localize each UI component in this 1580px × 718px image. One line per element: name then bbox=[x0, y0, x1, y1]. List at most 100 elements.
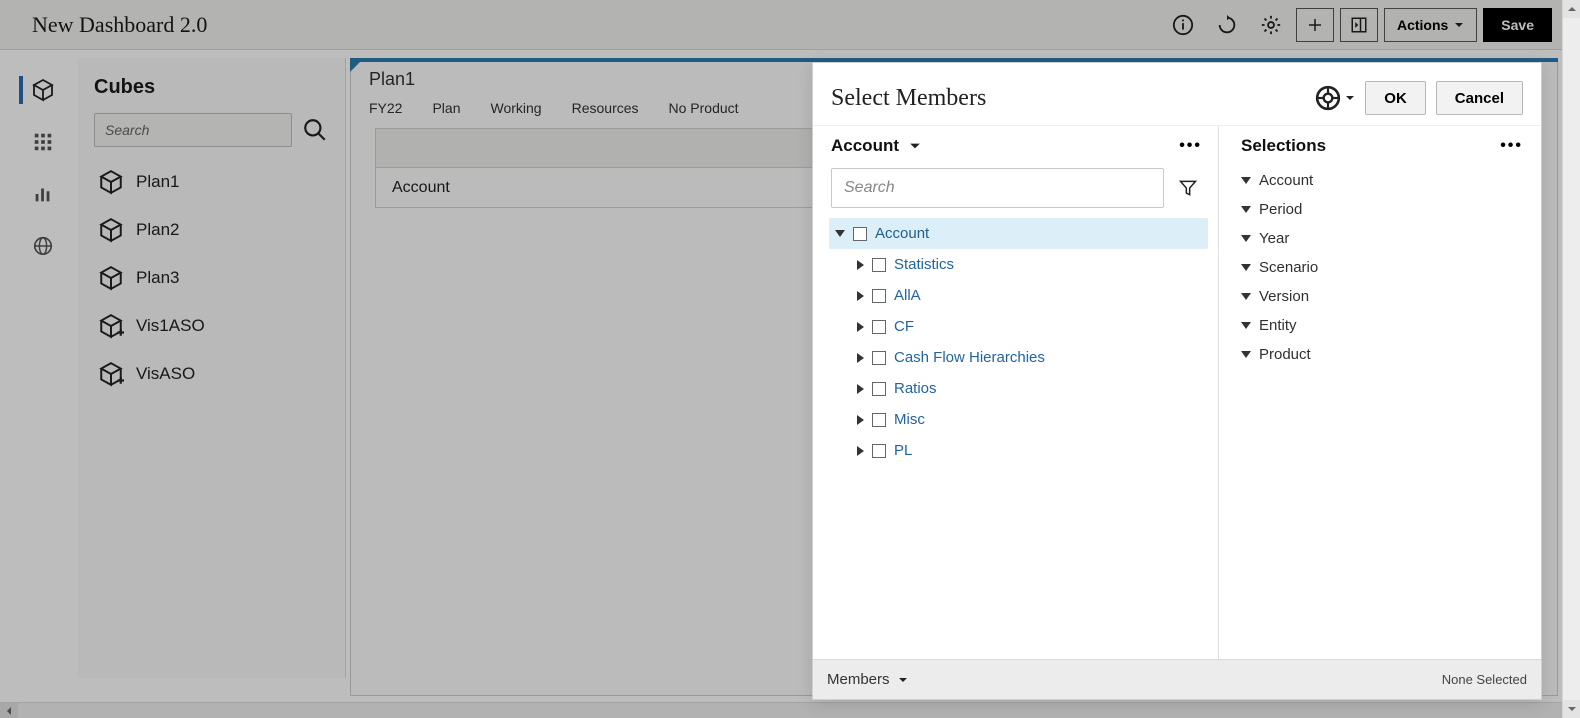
ok-button[interactable]: OK bbox=[1365, 81, 1426, 115]
top-header: New Dashboard 2.0 Actions Save bbox=[0, 0, 1562, 50]
tree-item[interactable]: Statistics bbox=[829, 249, 1208, 280]
info-icon[interactable] bbox=[1164, 8, 1202, 42]
checkbox[interactable] bbox=[872, 289, 886, 303]
cube-item[interactable]: Plan2 bbox=[94, 209, 329, 251]
selection-item[interactable]: Account bbox=[1241, 172, 1523, 189]
panel-toggle-icon[interactable] bbox=[1340, 8, 1378, 42]
checkbox[interactable] bbox=[872, 351, 886, 365]
expand-icon[interactable] bbox=[857, 353, 864, 363]
refresh-icon[interactable] bbox=[1208, 8, 1246, 42]
checkbox[interactable] bbox=[853, 227, 867, 241]
chevron-down-icon bbox=[1454, 20, 1464, 30]
footer-status: None Selected bbox=[1442, 672, 1527, 687]
collapse-icon bbox=[1241, 351, 1251, 358]
expand-icon[interactable] bbox=[857, 322, 864, 332]
collapse-icon bbox=[1241, 206, 1251, 213]
crumb[interactable]: FY22 bbox=[369, 100, 402, 116]
expand-icon[interactable] bbox=[857, 384, 864, 394]
crumb[interactable]: Resources bbox=[572, 100, 639, 116]
cube-label: Plan3 bbox=[136, 268, 179, 288]
selection-item[interactable]: Product bbox=[1241, 346, 1523, 363]
tree-item[interactable]: PL bbox=[829, 435, 1208, 466]
crumb[interactable]: Plan bbox=[432, 100, 460, 116]
tree-item[interactable]: CF bbox=[829, 311, 1208, 342]
cube-item[interactable]: Vis1ASO bbox=[94, 305, 329, 347]
checkbox[interactable] bbox=[872, 413, 886, 427]
scroll-left-button[interactable] bbox=[0, 703, 18, 718]
crumb[interactable]: Working bbox=[491, 100, 542, 116]
cube-plus-icon bbox=[98, 313, 124, 339]
selection-label: Period bbox=[1259, 201, 1302, 218]
selection-item[interactable]: Version bbox=[1241, 288, 1523, 305]
dimension-pane: Account ••• Account bbox=[813, 126, 1219, 659]
checkbox[interactable] bbox=[872, 382, 886, 396]
left-rail bbox=[18, 58, 68, 678]
scroll-up-button[interactable] bbox=[1563, 0, 1580, 18]
filter-icon[interactable] bbox=[1174, 174, 1202, 202]
rail-grid-icon[interactable] bbox=[23, 124, 63, 160]
cancel-button[interactable]: Cancel bbox=[1436, 81, 1523, 115]
canvas-corner bbox=[350, 58, 364, 72]
horizontal-scrollbar[interactable] bbox=[0, 702, 1562, 718]
member-search-input[interactable] bbox=[831, 168, 1164, 208]
cube-icon bbox=[98, 265, 124, 291]
expand-icon[interactable] bbox=[857, 260, 864, 270]
expand-icon[interactable] bbox=[857, 291, 864, 301]
save-label: Save bbox=[1501, 17, 1534, 33]
vertical-scrollbar[interactable] bbox=[1562, 0, 1580, 718]
add-icon[interactable] bbox=[1296, 8, 1334, 42]
scroll-down-button[interactable] bbox=[1563, 700, 1580, 718]
member-label: Account bbox=[875, 225, 929, 242]
rail-globe-icon[interactable] bbox=[23, 228, 63, 264]
tree-item[interactable]: Ratios bbox=[829, 373, 1208, 404]
sidebar-search-input[interactable] bbox=[94, 113, 292, 147]
checkbox[interactable] bbox=[872, 258, 886, 272]
select-members-dialog: Select Members OK Cancel Account ••• bbox=[812, 62, 1542, 700]
rail-chart-icon[interactable] bbox=[23, 176, 63, 212]
help-icon[interactable] bbox=[1315, 85, 1355, 111]
selection-label: Entity bbox=[1259, 317, 1297, 334]
crumb[interactable]: No Product bbox=[669, 100, 739, 116]
cube-item[interactable]: Plan1 bbox=[94, 161, 329, 203]
cube-label: Plan1 bbox=[136, 172, 179, 192]
rail-cube-icon[interactable] bbox=[23, 72, 63, 108]
selection-item[interactable]: Entity bbox=[1241, 317, 1523, 334]
cube-label: Plan2 bbox=[136, 220, 179, 240]
cube-item[interactable]: Plan3 bbox=[94, 257, 329, 299]
save-button[interactable]: Save bbox=[1483, 8, 1552, 42]
checkbox[interactable] bbox=[872, 320, 886, 334]
chevron-down-icon[interactable] bbox=[909, 140, 921, 152]
cube-label: VisASO bbox=[136, 364, 195, 384]
tree-root[interactable]: Account bbox=[829, 218, 1208, 249]
dimension-pane-header: Account ••• bbox=[813, 126, 1218, 160]
member-tree: Account Statistics AllA CF bbox=[813, 218, 1218, 476]
selection-label: Account bbox=[1259, 172, 1313, 189]
tree-item[interactable]: Cash Flow Hierarchies bbox=[829, 342, 1208, 373]
expand-icon[interactable] bbox=[857, 446, 864, 456]
selection-item[interactable]: Scenario bbox=[1241, 259, 1523, 276]
actions-button[interactable]: Actions bbox=[1384, 8, 1477, 42]
chevron-down-icon bbox=[1345, 93, 1355, 103]
checkbox[interactable] bbox=[872, 444, 886, 458]
member-label: Cash Flow Hierarchies bbox=[894, 349, 1045, 366]
expand-icon[interactable] bbox=[857, 415, 864, 425]
selection-label: Product bbox=[1259, 346, 1311, 363]
tree-item[interactable]: Misc bbox=[829, 404, 1208, 435]
selection-label: Year bbox=[1259, 230, 1289, 247]
more-icon[interactable]: ••• bbox=[1179, 137, 1202, 155]
cube-icon bbox=[98, 217, 124, 243]
dialog-header: Select Members OK Cancel bbox=[813, 63, 1541, 125]
collapse-icon[interactable] bbox=[835, 230, 845, 237]
footer-tab[interactable]: Members bbox=[827, 671, 908, 688]
dimension-name[interactable]: Account bbox=[831, 136, 899, 156]
cancel-label: Cancel bbox=[1455, 90, 1504, 107]
member-label: Ratios bbox=[894, 380, 937, 397]
gear-icon[interactable] bbox=[1252, 8, 1290, 42]
dialog-header-actions: OK Cancel bbox=[1315, 81, 1523, 115]
tree-item[interactable]: AllA bbox=[829, 280, 1208, 311]
selection-item[interactable]: Period bbox=[1241, 201, 1523, 218]
selection-item[interactable]: Year bbox=[1241, 230, 1523, 247]
search-icon[interactable] bbox=[302, 117, 328, 143]
more-icon[interactable]: ••• bbox=[1500, 137, 1523, 155]
cube-item[interactable]: VisASO bbox=[94, 353, 329, 395]
